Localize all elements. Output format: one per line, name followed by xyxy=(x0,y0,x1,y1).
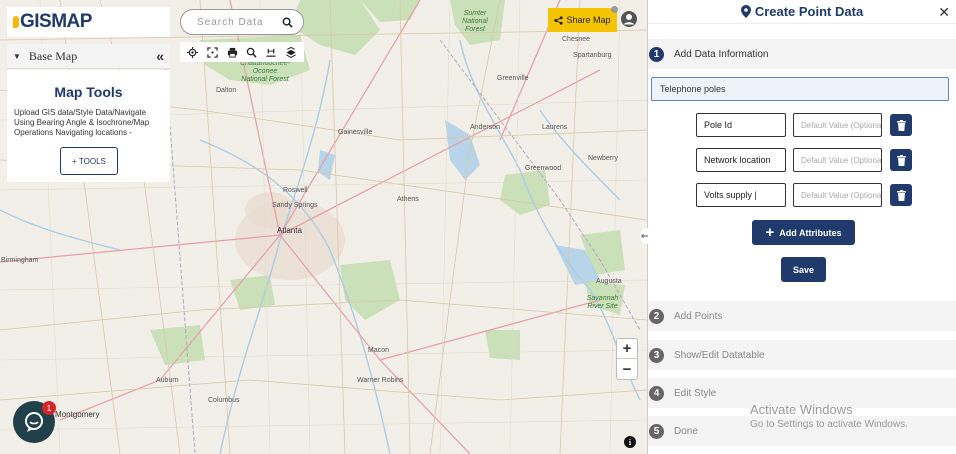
city-label: Atlanta xyxy=(277,226,302,235)
info-icon[interactable]: i xyxy=(624,436,636,448)
base-map-header[interactable]: ▼ Base Map « xyxy=(7,44,170,69)
user-avatar-icon[interactable] xyxy=(621,11,637,27)
layers-icon[interactable] xyxy=(284,45,298,59)
forest-label: Savannah River Site xyxy=(586,295,619,310)
plus-icon: + xyxy=(765,224,775,241)
watermark-line1: Activate Windows xyxy=(750,402,853,417)
map-canvas[interactable]: Chesnee Spartanburg Greenville Anderson … xyxy=(0,0,647,454)
create-point-panel: Create Point Data ✕ 1 Add Data Informati… xyxy=(648,0,956,454)
city-label: Gainesville xyxy=(338,129,373,136)
city-label: Newberry xyxy=(588,155,618,162)
chat-bubble-icon xyxy=(25,412,43,432)
city-label: Birmingham xyxy=(1,257,39,264)
city-label: Montgomery xyxy=(55,410,100,419)
logo-text: GISMAP xyxy=(20,11,92,32)
zoom-in-button[interactable]: + xyxy=(617,339,637,359)
delete-attribute-button[interactable] xyxy=(890,114,912,136)
step-number: 4 xyxy=(649,385,664,401)
delete-attribute-button[interactable] xyxy=(890,149,912,171)
city-label: Anderson xyxy=(470,124,500,131)
caret-down-icon[interactable]: ▼ xyxy=(13,52,21,61)
locate-icon[interactable] xyxy=(186,45,200,59)
zoom-control: + − xyxy=(616,338,638,380)
save-button[interactable]: Save xyxy=(781,257,826,282)
chat-badge: 1 xyxy=(42,401,56,415)
share-map-button[interactable]: Share Map xyxy=(548,8,617,32)
step-add-data-information[interactable]: 1 Add Data Information xyxy=(648,39,956,69)
measure-icon[interactable] xyxy=(264,45,278,59)
city-label: Greenwood xyxy=(525,165,562,172)
attribute-default-input[interactable]: Default Value (Optional) xyxy=(793,183,882,207)
city-label: Auburn xyxy=(156,377,179,384)
map-toolbar xyxy=(180,42,304,62)
trash-icon xyxy=(896,119,906,131)
map-tools-card: Map Tools Upload GIS data/Style Data/Nav… xyxy=(7,70,170,182)
attribute-default-input[interactable]: Default Value (Optional) xyxy=(793,148,882,172)
zoom-search-icon[interactable] xyxy=(245,45,259,59)
map-pin-icon xyxy=(740,5,751,18)
city-label: Roswell xyxy=(283,187,308,194)
city-label: Chesnee xyxy=(562,36,591,43)
attribute-name-input[interactable]: Network location xyxy=(696,148,786,172)
city-label: Laurens xyxy=(542,124,568,131)
attribute-name-input[interactable]: Pole Id xyxy=(696,113,786,137)
panel-title: Create Point Data xyxy=(754,4,864,19)
forest-label: Sumter National Forest xyxy=(462,10,488,33)
step-label: Done xyxy=(674,425,698,437)
step-number: 5 xyxy=(649,423,664,439)
attribute-name-input[interactable]: Volts supply | xyxy=(696,183,786,207)
step-number: 1 xyxy=(649,46,664,62)
logo-pin-icon xyxy=(13,16,19,28)
print-icon[interactable] xyxy=(225,45,239,59)
city-label: Athens xyxy=(397,196,419,203)
step-label: Add Data Information xyxy=(674,48,769,60)
delete-attribute-button[interactable] xyxy=(890,184,912,206)
city-label: Spartanburg xyxy=(573,52,612,59)
attribute-default-input[interactable]: Default Value (Optional) xyxy=(793,113,882,137)
share-map-label: Share Map xyxy=(566,15,611,25)
trash-icon xyxy=(896,189,906,201)
status-dot xyxy=(611,6,618,13)
city-label: Augusta xyxy=(596,278,622,285)
layer-name-input[interactable]: Telephone poles xyxy=(651,77,949,101)
close-icon[interactable]: ✕ xyxy=(938,4,950,21)
base-map-label: Base Map xyxy=(28,48,78,63)
search-input[interactable] xyxy=(197,16,282,28)
step-label: Edit Style xyxy=(674,387,717,399)
attribute-row: Volts supply | Default Value (Optional) xyxy=(696,183,912,207)
city-label: Columbus xyxy=(208,397,240,404)
step-add-points[interactable]: 2 Add Points xyxy=(648,301,956,331)
search-box[interactable] xyxy=(180,9,304,35)
gismap-logo[interactable]: GISMAP xyxy=(7,7,170,37)
panel-header: Create Point Data ✕ xyxy=(648,0,956,24)
map-tools-title: Map Tools xyxy=(54,84,123,100)
city-label: Warner Robins xyxy=(357,377,404,384)
step-number: 3 xyxy=(649,347,664,363)
city-label: Macon xyxy=(368,347,390,354)
zoom-out-button[interactable]: − xyxy=(617,359,637,379)
city-label: Dalton xyxy=(216,87,237,94)
step-label: Show/Edit Datatable xyxy=(674,349,765,361)
step-show-edit-datatable[interactable]: 3 Show/Edit Datatable xyxy=(648,340,956,370)
search-icon[interactable] xyxy=(282,17,293,28)
step-number: 2 xyxy=(649,308,664,324)
map-tools-description: Upload GIS data/Style Data/Navigate Usin… xyxy=(14,108,150,137)
tools-button[interactable]: + TOOLS xyxy=(60,147,118,175)
watermark-line2: Go to Settings to activate Windows. xyxy=(750,419,908,430)
add-attributes-label: Add Attributes xyxy=(779,227,842,238)
fullscreen-icon[interactable] xyxy=(205,45,219,59)
forest-label: Chattahoochee-Oconee National Forest xyxy=(240,60,290,83)
city-label: Sandy Springs xyxy=(272,202,318,209)
collapse-icon[interactable]: « xyxy=(156,48,164,64)
attribute-row: Pole Id Default Value (Optional) xyxy=(696,113,912,137)
share-icon xyxy=(554,15,564,25)
trash-icon xyxy=(896,154,906,166)
add-attributes-button[interactable]: + Add Attributes xyxy=(752,220,855,245)
attribute-row: Network location Default Value (Optional… xyxy=(696,148,912,172)
activate-windows-watermark: Activate Windows Go to Settings to activ… xyxy=(750,402,908,430)
city-label: Greenville xyxy=(497,75,529,82)
step-label: Add Points xyxy=(674,310,723,322)
